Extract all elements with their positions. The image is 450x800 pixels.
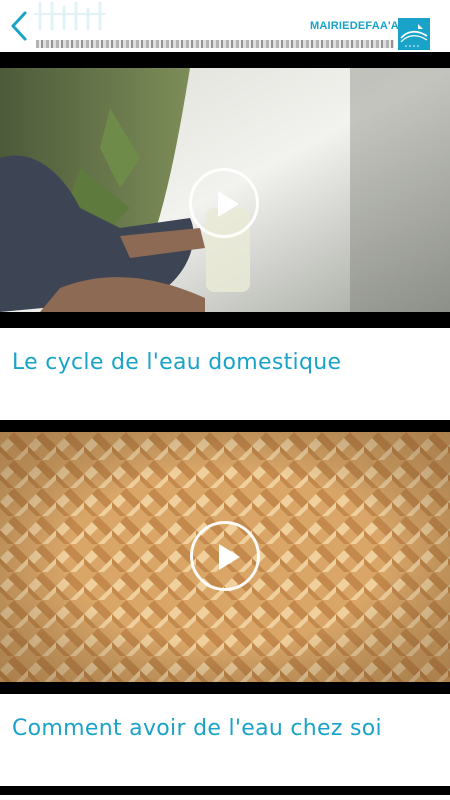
- play-icon: [218, 191, 239, 217]
- back-chevron-icon: [11, 11, 27, 41]
- play-icon: [219, 544, 240, 570]
- play-button[interactable]: [189, 168, 259, 238]
- video-title[interactable]: Comment avoir de l'eau chez soi: [12, 716, 382, 741]
- video-card-2[interactable]: [0, 420, 450, 694]
- mairie-logo-icon: [398, 18, 430, 50]
- app-header: MAIRIEDEFAA'A: [0, 0, 450, 52]
- decorative-pattern-strip: [36, 40, 394, 48]
- back-button[interactable]: [4, 10, 34, 42]
- video-card-1[interactable]: [0, 52, 450, 328]
- watermark-decoration: [34, 2, 106, 30]
- play-button[interactable]: [190, 521, 260, 591]
- divider: [0, 786, 450, 795]
- video-title[interactable]: Le cycle de l'eau domestique: [12, 350, 341, 375]
- brand-name: MAIRIEDEFAA'A: [310, 20, 399, 32]
